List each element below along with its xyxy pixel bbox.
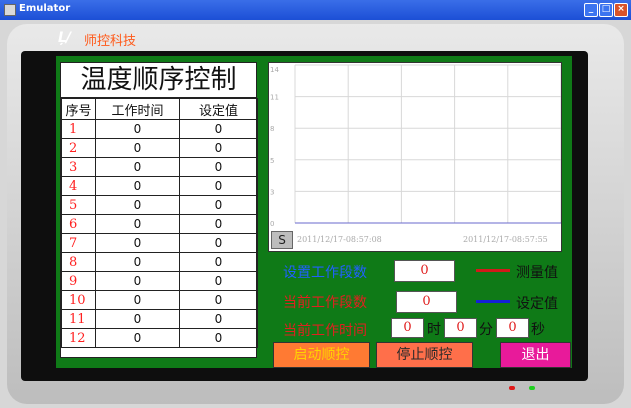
minimize-button[interactable]: _	[584, 3, 598, 17]
table-row: 800	[61, 252, 258, 272]
app-icon	[4, 4, 16, 16]
measured-legend-label: 测量值	[516, 265, 558, 281]
time-axis-start: 2011/12/17-08:57:08	[297, 235, 382, 244]
row-index: 8	[61, 252, 96, 272]
row-index: 4	[61, 176, 96, 196]
trend-chart: 14 11 8 5 3 0 S 2011/12/17-08:57:08 2011/12/1…	[268, 62, 562, 252]
start-sequence-button[interactable]: 启动顺控	[273, 342, 370, 368]
sequence-grid: 序号 工作时间 设定值 1002003004005006007008009001…	[61, 98, 258, 348]
work-time-cell[interactable]: 0	[95, 214, 180, 234]
work-time-cell[interactable]: 0	[95, 271, 180, 291]
row-index: 7	[61, 233, 96, 253]
table-row: 500	[61, 195, 258, 215]
table-row: 300	[61, 157, 258, 177]
y-tick-label: 8	[270, 125, 274, 133]
table-row: 700	[61, 233, 258, 253]
sequence-table: 温度顺序控制 序号 工作时间 设定值 100200300400500600700…	[60, 62, 258, 358]
status-led	[529, 386, 535, 390]
setpoint-cell[interactable]: 0	[179, 138, 258, 158]
row-index: 6	[61, 214, 96, 234]
work-time-cell[interactable]: 0	[95, 328, 180, 348]
row-index: 2	[61, 138, 96, 158]
setpoint-legend-line	[476, 300, 510, 303]
table-title: 温度顺序控制	[61, 63, 256, 98]
chart-scroll-button[interactable]: S	[271, 231, 293, 249]
set-segments-input[interactable]: 0	[394, 260, 455, 282]
y-tick-label: 14	[270, 66, 279, 74]
title-bar[interactable]: Emulator _ □ ×	[0, 0, 631, 20]
setpoint-cell[interactable]: 0	[179, 195, 258, 215]
table-row: 200	[61, 138, 258, 158]
work-time-cell[interactable]: 0	[95, 290, 180, 310]
current-segment-label: 当前工作段数	[283, 295, 367, 311]
table-row: 11 0 0	[61, 309, 258, 329]
power-led	[509, 386, 515, 390]
y-tick-label: 5	[270, 157, 274, 165]
y-tick-label: 11	[270, 94, 279, 102]
setpoint-legend-label: 设定值	[516, 296, 558, 312]
work-time-cell[interactable]: 0	[95, 252, 180, 272]
minutes-display: 0	[444, 318, 477, 338]
setpoint-cell[interactable]: 0	[179, 233, 258, 253]
y-tick-label: 3	[270, 188, 274, 196]
row-index: 12	[61, 328, 96, 348]
setpoint-cell[interactable]: 0	[179, 119, 258, 139]
hours-unit: 时	[427, 322, 441, 338]
setpoint-cell[interactable]: 0	[179, 290, 258, 310]
column-header-setpoint: 设定值	[179, 98, 258, 120]
exit-button[interactable]: 退出	[500, 342, 571, 368]
set-segments-label: 设置工作段数	[283, 265, 367, 281]
seconds-display: 0	[496, 318, 529, 338]
table-row: 600	[61, 214, 258, 234]
work-time-cell[interactable]: 0	[95, 119, 180, 139]
minutes-unit: 分	[479, 322, 493, 338]
table-row: 100	[61, 119, 258, 139]
work-time-cell[interactable]: 0	[95, 195, 180, 215]
seconds-unit: 秒	[531, 322, 545, 338]
window-title: Emulator	[19, 3, 71, 14]
setpoint-cell[interactable]: 0	[179, 214, 258, 234]
y-tick-label: 0	[270, 220, 274, 228]
table-row: 10 0 0	[61, 290, 258, 310]
logo-text: 师控科技	[84, 34, 137, 49]
trend-chart-plot: 14 11 8 5 3 0	[270, 64, 561, 228]
row-index: 10	[61, 290, 96, 310]
table-header-row: 序号 工作时间 设定值	[61, 98, 258, 120]
table-row: 400	[61, 176, 258, 196]
maximize-button[interactable]: □	[599, 3, 613, 17]
work-time-cell[interactable]: 0	[95, 309, 180, 329]
column-header-time: 工作时间	[95, 98, 180, 120]
setpoint-cell[interactable]: 0	[179, 176, 258, 196]
work-time-cell[interactable]: 0	[95, 138, 180, 158]
work-time-cell[interactable]: 0	[95, 157, 180, 177]
row-index: 11	[61, 309, 96, 329]
setpoint-cell[interactable]: 0	[179, 157, 258, 177]
current-segment-display: 0	[396, 291, 457, 313]
row-index: 1	[61, 119, 96, 139]
logo-mark: Ļ/	[58, 30, 71, 46]
current-time-label: 当前工作时间	[283, 323, 367, 339]
measured-legend-line	[476, 269, 510, 272]
column-header-index: 序号	[61, 98, 96, 120]
work-time-cell[interactable]: 0	[95, 176, 180, 196]
setpoint-cell[interactable]: 0	[179, 252, 258, 272]
setpoint-cell[interactable]: 0	[179, 328, 258, 348]
time-axis-end: 2011/12/17-08:57:55	[463, 235, 548, 244]
work-time-cell[interactable]: 0	[95, 233, 180, 253]
hours-display: 0	[391, 318, 424, 338]
row-index: 3	[61, 157, 96, 177]
row-index: 5	[61, 195, 96, 215]
setpoint-cell[interactable]: 0	[179, 309, 258, 329]
row-index: 9	[61, 271, 96, 291]
table-row: 12 0 0	[61, 328, 258, 348]
table-row: 900	[61, 271, 258, 291]
setpoint-cell[interactable]: 0	[179, 271, 258, 291]
stop-sequence-button[interactable]: 停止顺控	[376, 342, 473, 368]
close-button[interactable]: ×	[614, 3, 628, 17]
